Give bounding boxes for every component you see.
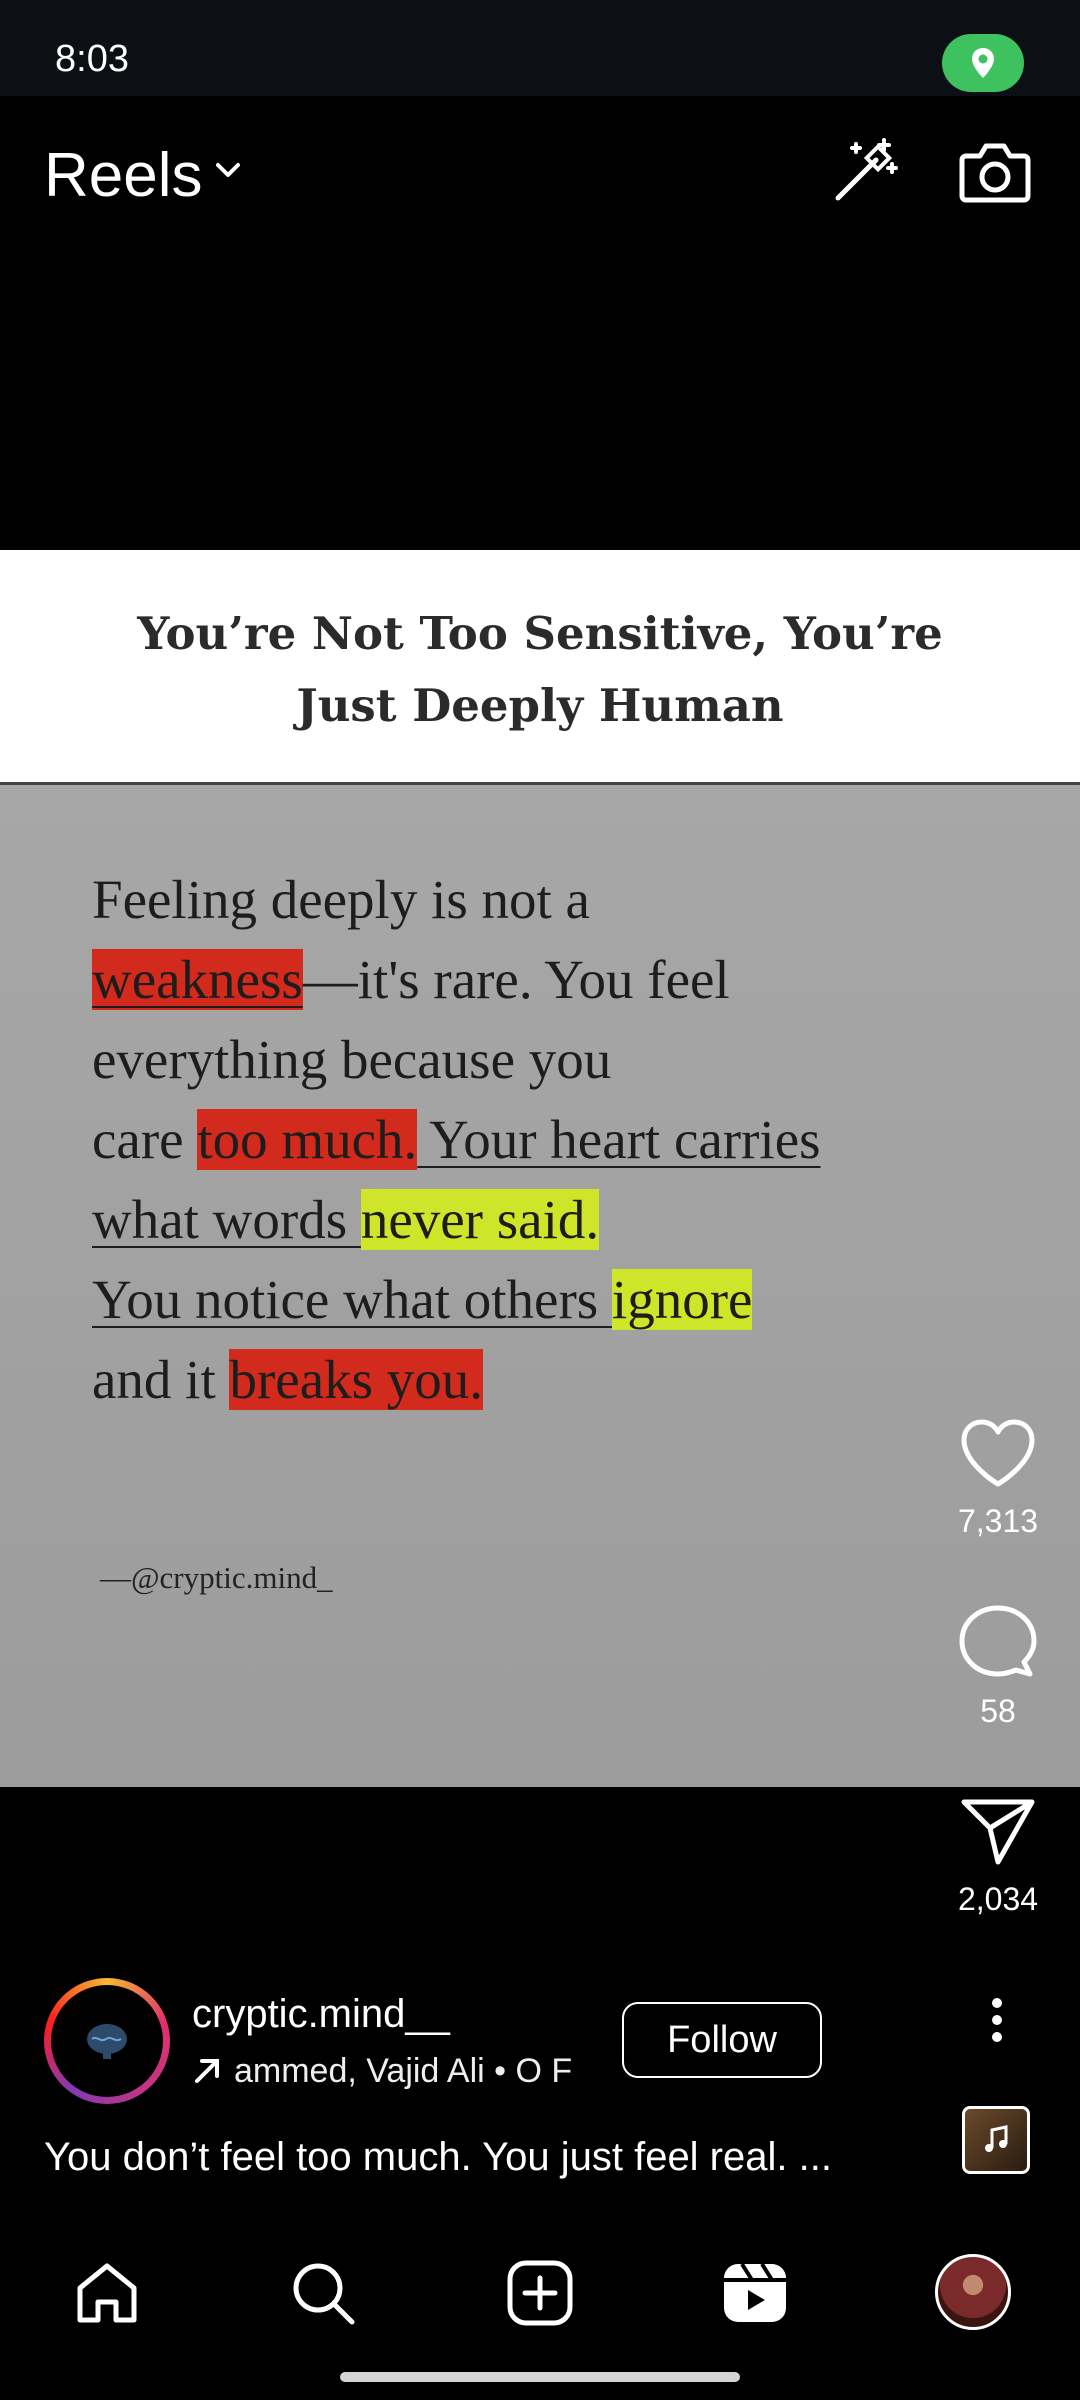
post-heading-line-2: Just Deeply Human [296, 679, 784, 732]
share-count: 2,034 [957, 1881, 1039, 1917]
reel-video[interactable]: Feeling deeply is not a weakness—it's ra… [0, 785, 1080, 1787]
highlight-yellow: never said. [360, 1189, 600, 1250]
highlight-red: weakness [92, 949, 303, 1010]
quote-line: everything because you [92, 1020, 992, 1100]
post-heading-line-1: You’re Not Too Sensitive, You’re [137, 607, 943, 660]
quote-segment: —it's rare. You feel [302, 949, 730, 1010]
status-time: 8:03 [55, 38, 129, 80]
avatar [51, 1985, 163, 2097]
audio-thumbnail[interactable] [962, 2106, 1030, 2174]
comment-action[interactable]: 58 [928, 1604, 1068, 1730]
music-note-icon [985, 2125, 1008, 2152]
location-indicator [942, 34, 1024, 92]
follow-button[interactable]: Follow [622, 2002, 822, 2078]
quote-line: and it breaks you. [92, 1340, 992, 1420]
quote-segment: what words [92, 1189, 361, 1250]
quote-text: Feeling deeply is not a weakness—it's ra… [92, 860, 992, 1420]
comment-icon[interactable] [958, 1604, 1038, 1680]
brain-icon [87, 2024, 127, 2059]
collaborators-line[interactable]: ammed, Vajid Ali • O F [192, 2052, 592, 2091]
like-count: 7,313 [957, 1503, 1039, 1539]
quote-segment: Your heart carries [417, 1109, 821, 1170]
quote-line: Feeling deeply is not a [92, 860, 992, 940]
arrow-up-right-icon [195, 2059, 219, 2083]
post-credit: —@cryptic.mind_ [100, 1560, 333, 1595]
search-icon[interactable] [288, 2258, 358, 2328]
more-options-icon[interactable] [982, 1996, 1012, 2048]
quote-line: what words never said. [92, 1180, 992, 1260]
quote-line: You notice what others ignore [92, 1260, 992, 1340]
quote-line: weakness—it's rare. You feel [92, 940, 992, 1020]
like-action[interactable]: 7,313 [928, 1418, 1068, 1540]
heart-icon[interactable] [958, 1418, 1038, 1490]
camera-icon[interactable] [958, 136, 1032, 206]
reels-header: Reels [0, 96, 1080, 246]
highlight-red: too much. [197, 1109, 418, 1170]
quote-segment: and it [92, 1349, 230, 1410]
home-icon[interactable] [72, 2258, 142, 2328]
reels-icon[interactable] [720, 2258, 790, 2328]
collaborators-text: ammed, Vajid Ali • O F [234, 2052, 573, 2090]
share-action[interactable]: 2,034 [928, 1796, 1068, 1918]
comment-count: 58 [980, 1693, 1016, 1729]
post-caption[interactable]: You don’t feel too much. You just feel r… [44, 2135, 832, 2180]
post-heading: You’re Not Too Sensitive, You’re Just De… [0, 598, 1080, 742]
post-title-band: You’re Not Too Sensitive, You’re Just De… [0, 550, 1080, 785]
quote-segment: care [92, 1109, 198, 1170]
quote-segment: everything because you [92, 1029, 612, 1090]
status-bar: 8:03 [0, 0, 1080, 96]
highlight-red: breaks you. [229, 1349, 484, 1410]
send-icon[interactable] [958, 1796, 1038, 1868]
quote-line: care too much. Your heart carries [92, 1100, 992, 1180]
create-post-icon[interactable] [505, 2258, 575, 2328]
chevron-down-icon[interactable] [210, 152, 246, 188]
location-pin-icon [972, 48, 994, 78]
author-avatar[interactable] [44, 1978, 170, 2104]
home-indicator[interactable] [340, 2372, 740, 2382]
magic-wand-icon[interactable] [828, 136, 900, 208]
quote-segment: You notice what others [92, 1269, 612, 1330]
author-username[interactable]: cryptic.mind__ [192, 1992, 450, 2037]
highlight-yellow: ignore [611, 1269, 753, 1330]
quote-segment: Feeling deeply is not a [92, 869, 590, 930]
reels-title[interactable]: Reels [44, 140, 203, 211]
profile-avatar[interactable] [935, 2254, 1011, 2330]
